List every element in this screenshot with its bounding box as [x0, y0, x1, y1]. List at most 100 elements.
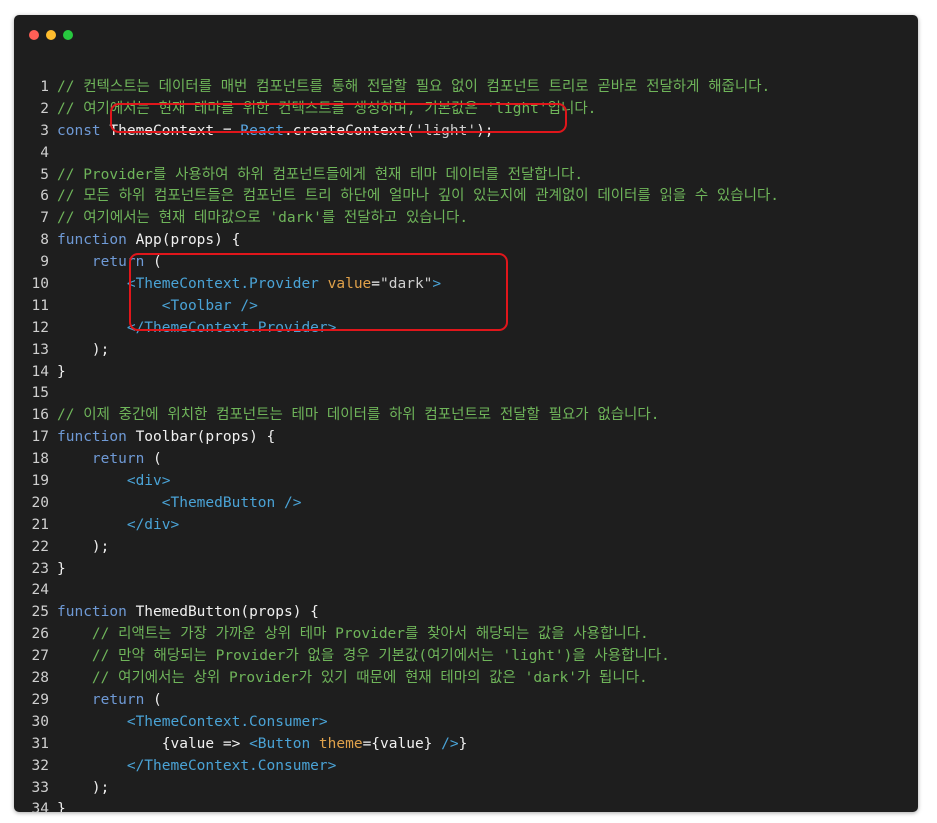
code-line: 29 return (	[14, 690, 918, 712]
code-line: 14}	[14, 362, 918, 384]
code-line: 4	[14, 143, 918, 165]
line-number: 31	[31, 735, 49, 752]
code-line: 10 <ThemeContext.Provider value="dark">	[14, 274, 918, 296]
line-number: 12	[31, 319, 49, 336]
zoom-button[interactable]	[63, 30, 73, 40]
code-token: );	[57, 341, 110, 358]
code-token: ThemeContext	[109, 122, 215, 139]
code-token: // 여기에서는 현재 테마값으로 'dark'를 전달하고 있습니다.	[57, 210, 469, 227]
code-token: ThemedButton(props) {	[135, 604, 319, 621]
code-line: 23}	[14, 559, 918, 581]
line-number: 33	[31, 779, 49, 796]
line-number: 11	[31, 297, 49, 314]
line-number: 10	[31, 276, 49, 293]
line-number: 13	[31, 341, 49, 358]
line-number: 30	[31, 713, 49, 730]
code-token: // 여기에서는 현재 테마를 위한 컨텍스트를 생성하며, 기본값은 'lig…	[57, 100, 597, 117]
line-number: 6	[40, 188, 49, 205]
code-line: 16 // 이제 중간에 위치한 컴포넌트는 테마 데이터를 하위 컴포넌트로 전…	[14, 405, 918, 427]
code-line: 9 return (	[14, 252, 918, 274]
code-token: "dark"	[380, 276, 433, 293]
code-line: 26 // 리액트는 가장 가까운 상위 테마 Provider를 찾아서 해당…	[14, 624, 918, 646]
line-number: 3	[40, 122, 49, 139]
code-line: 3 const ThemeContext = React.createContex…	[14, 121, 918, 143]
code-token: =	[214, 122, 241, 139]
code-line: 17 function Toolbar(props) {	[14, 427, 918, 449]
code-token: );	[57, 779, 110, 796]
code-token: .createContext(	[284, 122, 415, 139]
code-line: 12 </ThemeContext.Provider>	[14, 318, 918, 340]
code-line: 18 return (	[14, 449, 918, 471]
code-token: >	[432, 276, 442, 293]
code-token: function	[57, 429, 136, 446]
code-token: function	[57, 232, 136, 249]
line-number: 34	[31, 801, 49, 812]
code-token: }	[57, 560, 66, 577]
line-number: 8	[40, 232, 49, 249]
line-number: 29	[31, 691, 49, 708]
code-token: />	[441, 735, 459, 752]
line-number: 25	[31, 604, 49, 621]
code-token: }	[57, 801, 66, 812]
close-button[interactable]	[29, 30, 39, 40]
code-line: 15	[14, 383, 918, 405]
line-number: 18	[31, 451, 49, 468]
line-number: 9	[40, 254, 49, 271]
line-number: 2	[40, 100, 49, 117]
line-number: 17	[31, 429, 49, 446]
code-editor[interactable]: 1 // 컨텍스트는 데이터를 매번 컴포넌트를 통해 전달할 필요 없이 컴포넌…	[14, 77, 918, 812]
code-token: Toolbar(props) {	[135, 429, 276, 446]
code-token: );	[476, 122, 494, 139]
code-token: // 컨텍스트는 데이터를 매번 컴포넌트를 통해 전달할 필요 없이 컴포넌트…	[57, 79, 771, 95]
code-line: 6 // 모든 하위 컴포넌트들은 컴포넌트 트리 하단에 얼마나 깊이 있는지에…	[14, 186, 918, 208]
code-token: App(props) {	[135, 232, 241, 249]
code-token: }	[458, 735, 468, 752]
code-token: <div>	[126, 473, 171, 490]
line-number: 26	[31, 626, 49, 643]
code-token: // Provider를 사용하여 하위 컴포넌트들에게 현재 테마 데이터를 …	[57, 166, 584, 183]
code-token: ={value}	[362, 735, 442, 752]
code-token: );	[57, 538, 110, 555]
code-token: function	[57, 604, 136, 621]
code-token: (	[144, 254, 162, 271]
code-token: // 이제 중간에 위치한 컴포넌트는 테마 데이터를 하위 컴포넌트로 전달할…	[57, 407, 660, 424]
code-token: <Toolbar />	[161, 297, 258, 314]
code-token: </ThemeContext.Provider>	[126, 319, 337, 336]
code-line: 33 );	[14, 778, 918, 800]
code-token: value	[327, 276, 372, 293]
line-number: 32	[31, 757, 49, 774]
minimize-button[interactable]	[46, 30, 56, 40]
code-line: 19 <div>	[14, 471, 918, 493]
code-line: 7 // 여기에서는 현재 테마값으로 'dark'를 전달하고 있습니다.	[14, 208, 918, 230]
code-token: // 모든 하위 컴포넌트들은 컴포넌트 트리 하단에 얼마나 깊이 있는지에 …	[57, 188, 780, 205]
code-token: <Button	[249, 735, 319, 752]
line-number: 21	[31, 516, 49, 533]
code-line: 31 {value => <Button theme={value} />}	[14, 734, 918, 756]
code-token: <ThemeContext.Provider	[126, 276, 328, 293]
code-token: =	[371, 276, 381, 293]
code-token: (	[144, 691, 162, 708]
code-line: 1 // 컨텍스트는 데이터를 매번 컴포넌트를 통해 전달할 필요 없이 컴포넌…	[14, 77, 918, 99]
code-line: 13 );	[14, 340, 918, 362]
line-number: 27	[31, 648, 49, 665]
line-number: 24	[31, 582, 49, 599]
code-token: theme	[318, 735, 363, 752]
code-window: 1 // 컨텍스트는 데이터를 매번 컴포넌트를 통해 전달할 필요 없이 컴포넌…	[14, 15, 918, 812]
code-token: return	[91, 254, 145, 271]
code-token: // 리액트는 가장 가까운 상위 테마 Provider를 찾아서 해당되는 …	[91, 626, 649, 643]
line-number: 1	[40, 79, 49, 95]
code-token: }	[57, 363, 66, 380]
code-token: (	[144, 451, 162, 468]
code-line: 8 function App(props) {	[14, 230, 918, 252]
